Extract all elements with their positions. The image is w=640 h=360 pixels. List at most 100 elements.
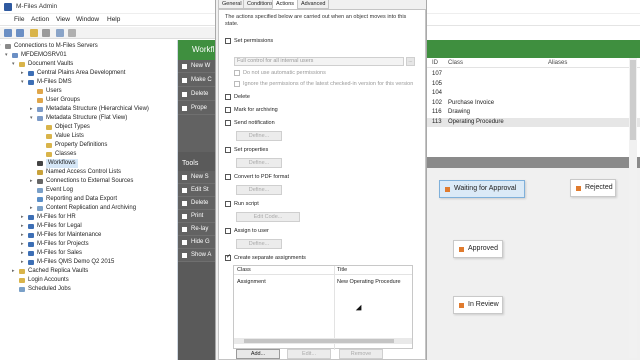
column-class[interactable]: Class (237, 267, 251, 273)
table-row[interactable]: 107 (426, 70, 640, 79)
tree-node-m-files-for-legal[interactable]: ▸ M-Files for Legal (0, 222, 178, 231)
checkbox[interactable] (225, 174, 231, 180)
tree-node-document-vaults[interactable]: ▾ Document Vaults (0, 60, 178, 69)
expander-icon[interactable]: ▸ (12, 267, 15, 276)
browse-permissions-button[interactable]: ... (406, 57, 415, 66)
forward-icon[interactable] (16, 29, 24, 37)
checkbox[interactable] (225, 107, 231, 113)
expander-icon[interactable]: ▸ (30, 204, 33, 213)
state-in-review[interactable]: In Review (453, 296, 503, 314)
folder-icon[interactable] (30, 29, 38, 37)
checkbox[interactable] (225, 201, 231, 207)
tree-node-cached-replica-vaults[interactable]: ▸ Cached Replica Vaults (0, 267, 178, 276)
checkbox[interactable] (225, 147, 231, 153)
refresh-icon[interactable] (56, 29, 64, 37)
expander-icon[interactable]: ▸ (21, 258, 24, 267)
tab-general[interactable]: General (218, 0, 246, 9)
tree-node-reporting-and-data-export[interactable]: Reporting and Data Export (0, 195, 178, 204)
edit-state-button[interactable]: Edit St (178, 184, 216, 197)
remove-assignment-button[interactable]: Remove (339, 349, 383, 359)
menu-help[interactable]: Help (107, 16, 120, 23)
checkbox[interactable] (225, 228, 231, 234)
add-assignment-button[interactable]: Add... (236, 349, 280, 359)
tree-node-value-lists[interactable]: Value Lists (0, 132, 178, 141)
define-notification-button[interactable]: Define... (236, 131, 282, 141)
menu-window[interactable]: Window (76, 16, 99, 23)
checkbox[interactable] (225, 254, 231, 261)
menu-action[interactable]: Action (31, 16, 49, 23)
table-row[interactable]: 105 (426, 80, 640, 89)
menu-file[interactable]: File (14, 16, 24, 23)
column-id[interactable]: ID (432, 60, 438, 66)
show-all-button[interactable]: Show A (178, 249, 216, 262)
expander-icon[interactable]: ▸ (21, 240, 24, 249)
scroll-thumb[interactable] (244, 339, 394, 343)
delete-workflow-button[interactable]: Delete (178, 88, 216, 101)
tree-node-m-files-for-sales[interactable]: ▸ M-Files for Sales (0, 249, 178, 258)
assignments-list[interactable]: Class Title Assignment New Operating Pro… (233, 265, 413, 350)
workflow-properties-button[interactable]: Prope (178, 102, 216, 115)
tree-node-users[interactable]: Users (0, 87, 178, 96)
print-button[interactable]: Print (178, 210, 216, 223)
checkbox[interactable] (234, 81, 240, 87)
tree-node-classes[interactable]: Classes (0, 150, 178, 159)
properties-icon[interactable] (42, 29, 50, 37)
checkbox[interactable] (225, 94, 231, 100)
table-row[interactable]: 113 Operating Procedure (426, 117, 640, 127)
vertical-scrollbar[interactable] (629, 58, 637, 358)
tree-node-m-files-qms-demo-q2-2015[interactable]: ▸ M-Files QMS Demo Q2 2015 (0, 258, 178, 267)
expander-icon[interactable]: ▸ (21, 69, 24, 78)
expander-icon[interactable]: ▾ (0, 42, 1, 51)
define-assignment-button[interactable]: Define... (236, 239, 282, 249)
state-waiting-for-approval[interactable]: Waiting for Approval (439, 180, 525, 198)
tree-node-content-replication-and-archiving[interactable]: ▸ Content Replication and Archiving (0, 204, 178, 213)
relayout-button[interactable]: Re-lay (178, 223, 216, 236)
column-aliases[interactable]: Aliases (548, 60, 567, 66)
tree-node-scheduled-jobs[interactable]: Scheduled Jobs (0, 285, 178, 294)
back-icon[interactable] (4, 29, 12, 37)
workflow-diagram[interactable]: Waiting for Approval Rejected Approved I… (426, 168, 640, 360)
tree-node-event-log[interactable]: Event Log (0, 186, 178, 195)
tree-node-object-types[interactable]: Object Types (0, 123, 178, 132)
delete-state-button[interactable]: Delete (178, 197, 216, 210)
tree-node-property-definitions[interactable]: Property Definitions (0, 141, 178, 150)
tree-node-login-accounts[interactable]: Login Accounts (0, 276, 178, 285)
tree-node-mfdemosrv01[interactable]: ▾ MFDEMOSRV01 (0, 51, 178, 60)
column-title[interactable]: Title (337, 267, 347, 273)
horizontal-scrollbar[interactable] (234, 338, 412, 344)
state-rejected[interactable]: Rejected (570, 179, 616, 197)
make-copy-button[interactable]: Make C (178, 74, 216, 87)
table-row[interactable]: 116 Drawing (426, 108, 640, 117)
new-workflow-button[interactable]: New W (178, 60, 216, 73)
tab-actions[interactable]: Actions (272, 0, 299, 9)
list-item[interactable]: Assignment New Operating Procedure (234, 278, 412, 287)
tree-node-user-groups[interactable]: User Groups (0, 96, 178, 105)
define-pdf-button[interactable]: Define... (236, 185, 282, 195)
scroll-thumb[interactable] (630, 60, 636, 140)
edit-code-button[interactable]: Edit Code... (236, 212, 300, 222)
help-icon[interactable] (68, 29, 76, 37)
column-class[interactable]: Class (448, 60, 463, 66)
checkbox[interactable] (225, 38, 231, 44)
tree-node-connections-to-m-files-servers[interactable]: ▾ Connections to M-Files Servers (0, 42, 178, 51)
tree-node-m-files-for-hr[interactable]: ▸ M-Files for HR (0, 213, 178, 222)
tree-node-m-files-dms[interactable]: ▾ M-Files DMS (0, 78, 178, 87)
new-state-button[interactable]: New S (178, 171, 216, 184)
expander-icon[interactable]: ▸ (21, 222, 24, 231)
tree-node-metadata-structure-hierarchical-view-[interactable]: ▸ Metadata Structure (Hierarchical View) (0, 105, 178, 114)
checkbox[interactable] (234, 70, 240, 76)
state-approved[interactable]: Approved (453, 240, 503, 258)
define-properties-button[interactable]: Define... (236, 158, 282, 168)
tree-node-central-plains-area-development[interactable]: ▸ Central Plains Area Development (0, 69, 178, 78)
tree-node-connections-to-external-sources[interactable]: ▸ Connections to External Sources (0, 177, 178, 186)
hide-grid-button[interactable]: Hide G (178, 236, 216, 249)
expander-icon[interactable]: ▾ (21, 78, 24, 87)
tab-advanced[interactable]: Advanced (297, 0, 330, 9)
expander-icon[interactable]: ▾ (30, 114, 33, 123)
checkbox[interactable] (225, 120, 231, 126)
expander-icon[interactable]: ▾ (5, 51, 8, 60)
tree-node-workflows[interactable]: Workflows (0, 159, 178, 168)
tree-node-m-files-for-projects[interactable]: ▸ M-Files for Projects (0, 240, 178, 249)
expander-icon[interactable]: ▸ (21, 231, 24, 240)
expander-icon[interactable]: ▸ (21, 213, 24, 222)
